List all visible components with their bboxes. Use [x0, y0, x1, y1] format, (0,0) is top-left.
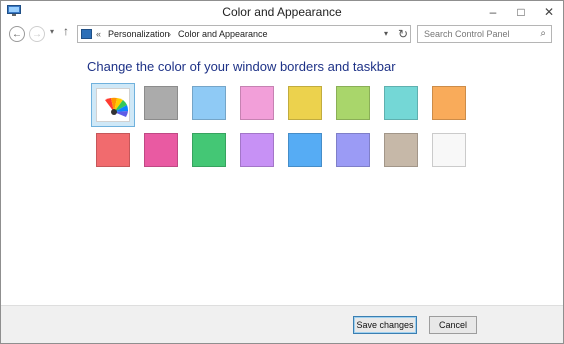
- breadcrumb-color-appearance[interactable]: Color and Appearance: [178, 29, 268, 39]
- page-heading: Change the color of your window borders …: [87, 59, 396, 74]
- maximize-button[interactable]: □: [507, 1, 535, 23]
- swatch-color[interactable]: [192, 133, 226, 167]
- search-box[interactable]: Search Control Panel ⌕: [417, 25, 552, 43]
- minimize-button[interactable]: –: [479, 1, 507, 23]
- title-bar: Color and Appearance – □ ✕: [1, 1, 563, 23]
- color-swatch-grid: [89, 81, 466, 176]
- navigation-bar: ← → ▾ ↑ « Personalization › Color and Ap…: [1, 23, 563, 45]
- swatch-automatic[interactable]: [96, 88, 130, 122]
- chevron-down-icon: ▾: [50, 27, 55, 36]
- swatch-color[interactable]: [288, 86, 322, 120]
- address-dropdown-button[interactable]: ▾: [384, 29, 388, 38]
- swatch-color[interactable]: [192, 86, 226, 120]
- swatch-color[interactable]: [336, 86, 370, 120]
- swatch-color[interactable]: [288, 133, 322, 167]
- up-button[interactable]: ↑: [63, 24, 69, 38]
- address-bar[interactable]: « Personalization › Color and Appearance…: [77, 25, 411, 43]
- cancel-button[interactable]: Cancel: [429, 316, 477, 334]
- swatch-color[interactable]: [144, 86, 178, 120]
- minimize-icon: –: [489, 5, 497, 19]
- control-panel-icon: [81, 29, 92, 39]
- close-icon: ✕: [543, 5, 555, 19]
- dialog-footer: Save changes Cancel: [1, 305, 563, 343]
- search-input[interactable]: Search Control Panel: [424, 29, 510, 39]
- refresh-icon[interactable]: ↻: [398, 27, 408, 41]
- automatic-color-fan-icon: [105, 97, 129, 117]
- swatch-color[interactable]: [144, 133, 178, 167]
- save-changes-button[interactable]: Save changes: [353, 316, 417, 334]
- swatch-color[interactable]: [96, 133, 130, 167]
- swatch-color[interactable]: [432, 86, 466, 120]
- breadcrumb-personalization[interactable]: Personalization: [108, 29, 170, 39]
- back-button[interactable]: ←: [9, 26, 25, 42]
- swatch-color[interactable]: [336, 133, 370, 167]
- swatch-color[interactable]: [240, 133, 274, 167]
- swatch-color[interactable]: [384, 133, 418, 167]
- recent-locations-button[interactable]: ▾: [50, 27, 54, 36]
- swatch-color[interactable]: [384, 86, 418, 120]
- up-arrow-icon: ↑: [63, 24, 69, 38]
- color-appearance-window: Color and Appearance – □ ✕ ← → ▾ ↑ « Per…: [0, 0, 564, 344]
- swatch-color[interactable]: [432, 133, 466, 167]
- close-button[interactable]: ✕: [535, 1, 563, 23]
- forward-button[interactable]: →: [29, 26, 45, 42]
- back-arrow-icon: ←: [12, 29, 22, 40]
- search-icon[interactable]: ⌕: [540, 28, 546, 39]
- maximize-icon: □: [517, 5, 525, 19]
- breadcrumb-separator-icon: ›: [168, 29, 171, 39]
- address-overflow-chevron[interactable]: «: [96, 29, 101, 39]
- forward-arrow-icon: →: [32, 29, 42, 40]
- swatch-color[interactable]: [240, 86, 274, 120]
